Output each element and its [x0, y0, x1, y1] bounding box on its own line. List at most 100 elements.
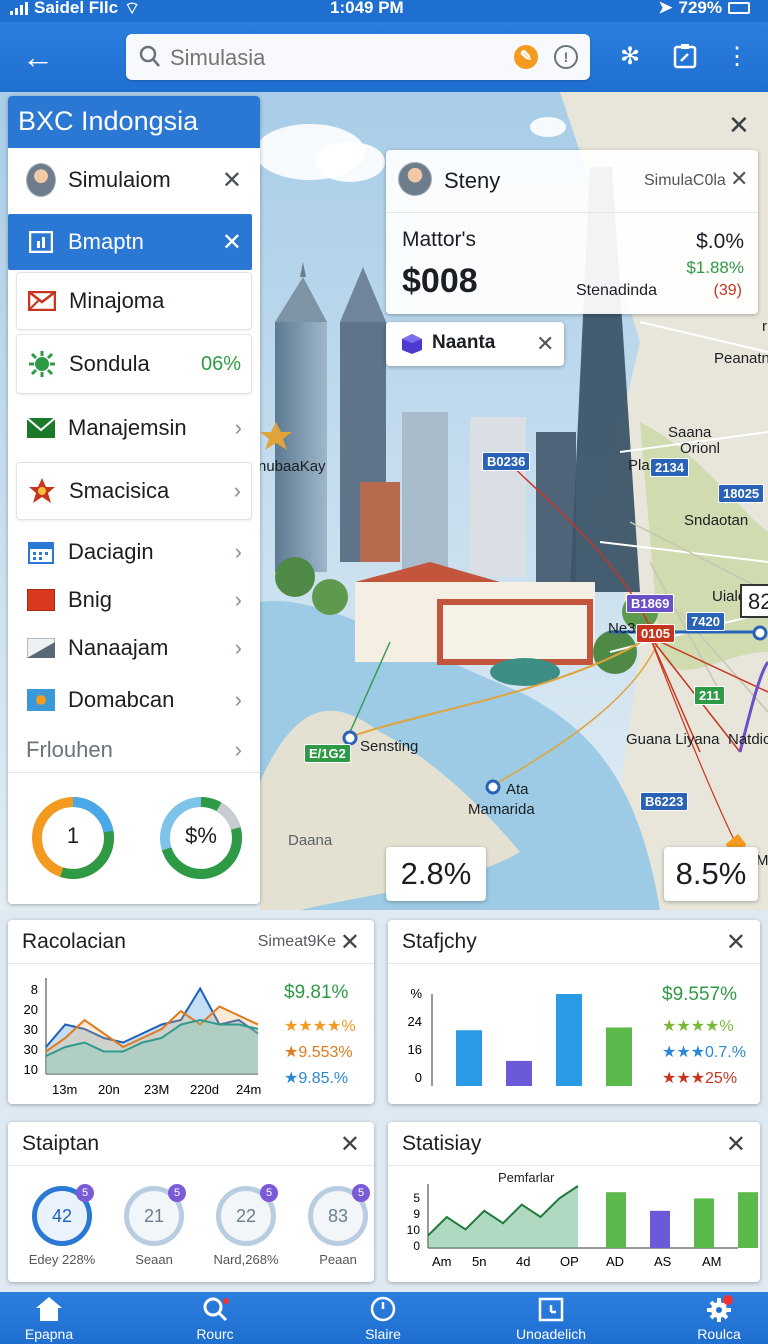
- close-icon[interactable]: ✕: [340, 928, 360, 957]
- area-chart: 8 20 30 30 10 13m 20n 23M 220d 24m: [24, 978, 261, 1097]
- map-edge-box[interactable]: 82: [740, 584, 768, 618]
- metric-count: (39): [713, 282, 742, 299]
- sidebar-item-frlouhen[interactable]: Frlouhen ›: [16, 722, 252, 778]
- close-icon[interactable]: ✕: [222, 166, 242, 195]
- gauge-caption: Peaan: [319, 1252, 357, 1267]
- sidebar-item-nanaajam[interactable]: Nanaajam ›: [16, 620, 252, 676]
- chevron-right-icon: ›: [234, 587, 242, 612]
- sidebar-item-bmaptn[interactable]: Bmaptn ✕: [8, 214, 252, 270]
- x-tick-label: AM: [702, 1254, 722, 1269]
- info-card[interactable]: Steny SimulaC0la ✕ Mattor's $008 $.0% $1…: [386, 150, 758, 314]
- map-tag[interactable]: B6223: [640, 792, 689, 811]
- panel-title: Statisiay: [402, 1132, 482, 1155]
- nav-item-home[interactable]: Epapna: [0, 1292, 104, 1344]
- mail-icon: [28, 291, 56, 311]
- settings-sun-icon: [29, 351, 55, 377]
- nav-item-search[interactable]: Rourc: [160, 1292, 270, 1344]
- close-icon[interactable]: ✕: [726, 928, 746, 957]
- search-input[interactable]: [170, 45, 500, 71]
- stafjchy-panel: Stafjchy ✕ % 24 16 0 $9.557% ★★★★% ★★★0.7.%…: [388, 920, 760, 1104]
- sidebar-item-manajemsin[interactable]: Manajemsin ›: [16, 400, 252, 456]
- sidebar-item-label: Manajemsin: [68, 415, 187, 440]
- close-icon[interactable]: ✕: [726, 1130, 746, 1159]
- location-icon: ➤: [658, 0, 673, 17]
- y-tick-label: 0: [413, 1239, 420, 1253]
- sidebar-item-domabcan[interactable]: Domabcan ›: [16, 672, 252, 728]
- sidebar-item-minajoma[interactable]: Minajoma: [16, 272, 252, 330]
- close-icon[interactable]: ✕: [340, 1130, 360, 1159]
- avatar: [26, 163, 56, 197]
- map-tag[interactable]: 0105: [636, 624, 675, 643]
- gauge-badge: 5: [76, 1184, 94, 1202]
- signal-icon: [10, 1, 28, 15]
- sidebar-item-simulaiom[interactable]: Simulaiom ✕: [16, 152, 252, 208]
- info-card-name: Steny: [444, 168, 501, 193]
- star-badge-icon: [29, 478, 55, 503]
- sidebar-item-label: Smacisica: [69, 478, 170, 503]
- gauge-label: 1: [66, 823, 80, 848]
- chevron-right-icon: ›: [233, 478, 241, 503]
- wrench-icon[interactable]: ✎: [514, 45, 538, 69]
- close-icon[interactable]: ✕: [222, 228, 242, 257]
- y-tick-label: 0: [415, 1070, 422, 1085]
- x-tick-label: 13m: [52, 1082, 77, 1097]
- y-tick-label: 30: [24, 1042, 38, 1057]
- bar: [606, 1192, 626, 1248]
- sidebar-item-label: Nanaajam: [68, 635, 169, 660]
- gear-icon[interactable]: ✻: [616, 42, 644, 72]
- close-icon[interactable]: ✕: [730, 166, 748, 192]
- x-tick-label: 4d: [516, 1254, 530, 1269]
- back-arrow-icon[interactable]: ←: [20, 40, 56, 74]
- x-tick-label: 220d: [190, 1082, 219, 1097]
- wifi-icon: ⌔: [124, 0, 141, 18]
- sidebar-item-label: Frlouhen: [26, 737, 113, 762]
- info-icon[interactable]: !: [554, 45, 578, 69]
- map-label: Guana Liyana: [626, 731, 720, 748]
- map-tag[interactable]: 18025: [718, 484, 765, 503]
- sidebar-item-sondula[interactable]: Sondula 06%: [16, 334, 252, 394]
- chevron-right-icon: ›: [234, 635, 242, 660]
- nav-item-calendar[interactable]: Unoadelich: [496, 1292, 606, 1344]
- chevron-right-icon: ›: [234, 415, 242, 440]
- stat-value: ★★★0.7.%: [662, 1044, 746, 1061]
- metric-percent: $.0%: [696, 230, 744, 253]
- gauge-label: $%: [185, 823, 217, 848]
- nav-item-settings[interactable]: Roulca: [664, 1292, 768, 1344]
- more-vertical-icon[interactable]: ⋮: [723, 42, 751, 72]
- clock: 1:049 PM: [330, 0, 404, 17]
- map-label: Pla: [628, 457, 650, 474]
- nav-item-clock[interactable]: Slaire: [328, 1292, 438, 1344]
- sidebar-item-smacisica[interactable]: Smacisica ›: [16, 462, 252, 520]
- x-tick-label: 23M: [144, 1082, 169, 1097]
- nav-label: Epapna: [24, 1326, 74, 1342]
- map-tag[interactable]: B0236: [482, 452, 531, 471]
- info-card-subtitle: SimulaC0la: [644, 172, 726, 189]
- map-close-icon[interactable]: ✕: [728, 110, 750, 141]
- y-tick-label: 10: [24, 1062, 38, 1077]
- map-tag[interactable]: 7420: [686, 612, 725, 631]
- gauge-row: 1 $%: [8, 772, 260, 904]
- envelope-icon: [27, 418, 55, 438]
- racolacian-panel: Racolacian Simeat9Ke ✕ 8 20 30 30 10 13m 20n 23…: [8, 920, 374, 1104]
- panel-title: Racolacian: [22, 930, 126, 953]
- map-tag[interactable]: E/1G2: [304, 744, 351, 763]
- map-label: nubaaKay: [258, 458, 326, 475]
- y-tick-label: 24: [408, 1014, 422, 1029]
- chevron-right-icon: ›: [234, 539, 242, 564]
- map-tag[interactable]: 211: [694, 686, 725, 705]
- y-tick-label: 5: [413, 1191, 420, 1205]
- stat-value: $9.81%: [284, 982, 349, 1003]
- calendar-icon: [28, 542, 54, 564]
- gauge-caption: Nard,268%: [213, 1252, 279, 1267]
- bar: [694, 1198, 714, 1248]
- gauge-caption: Seaan: [135, 1252, 173, 1267]
- x-tick-label: 24m: [236, 1082, 261, 1097]
- map-percent-left: 2.8%: [386, 847, 486, 901]
- clipboard-icon[interactable]: [671, 42, 699, 72]
- map-tag[interactable]: 2134: [650, 458, 689, 477]
- close-icon[interactable]: ✕: [536, 331, 554, 357]
- map-tag[interactable]: B1869: [626, 594, 675, 613]
- search-bar[interactable]: ✎ !: [126, 34, 590, 80]
- place-card[interactable]: Naanta ✕: [386, 322, 564, 366]
- gauge-badge: 5: [168, 1184, 186, 1202]
